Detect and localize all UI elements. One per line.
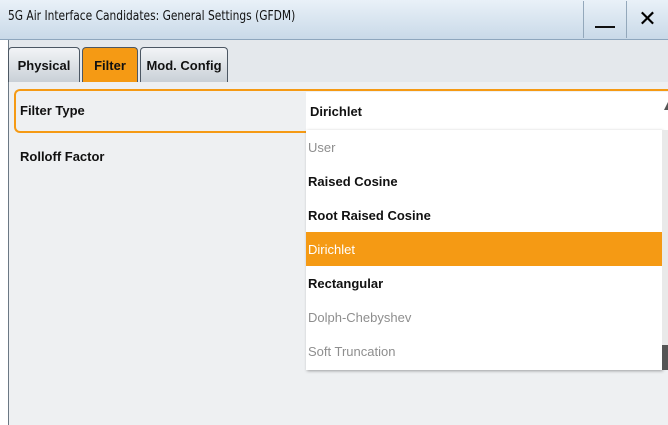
close-icon: ✕ [638,6,657,32]
minimize-icon [594,25,615,28]
filter-type-label: Filter Type [20,103,85,118]
tab-filter[interactable]: Filter [82,47,138,82]
list-scrollbar[interactable] [662,130,668,370]
filter-type-options-list: User Raised Cosine Root Raised Cosine Di… [306,130,662,370]
scrollbar-thumb[interactable] [662,345,668,370]
option-dolph-chebyshev: Dolph-Chebyshev [308,309,412,325]
option-raised-cosine[interactable]: Raised Cosine [306,164,662,198]
option-rectangular[interactable]: Rectangular [306,266,662,300]
option-soft-truncation: Soft Truncation [308,343,396,359]
window-title: 5G Air Interface Candidates: General Set… [8,9,296,24]
tab-row: Physical Filter Mod. Config [8,47,228,82]
scrollbar-track [662,130,668,345]
option-dirichlet[interactable]: Dirichlet [306,232,662,266]
filter-type-dropdown[interactable]: Dirichlet [306,92,668,130]
minimize-button[interactable] [583,1,625,38]
tab-mod-config[interactable]: Mod. Config [140,47,228,82]
option-user: User [308,139,336,155]
close-button[interactable]: ✕ [626,1,668,38]
option-root-raised-cosine[interactable]: Root Raised Cosine [306,198,662,232]
dropdown-arrow-icon [664,102,668,110]
title-bar: 5G Air Interface Candidates: General Set… [0,0,668,40]
tab-physical[interactable]: Physical [8,47,80,82]
filter-type-value: Dirichlet [310,103,363,119]
rolloff-factor-label: Rolloff Factor [20,149,105,164]
